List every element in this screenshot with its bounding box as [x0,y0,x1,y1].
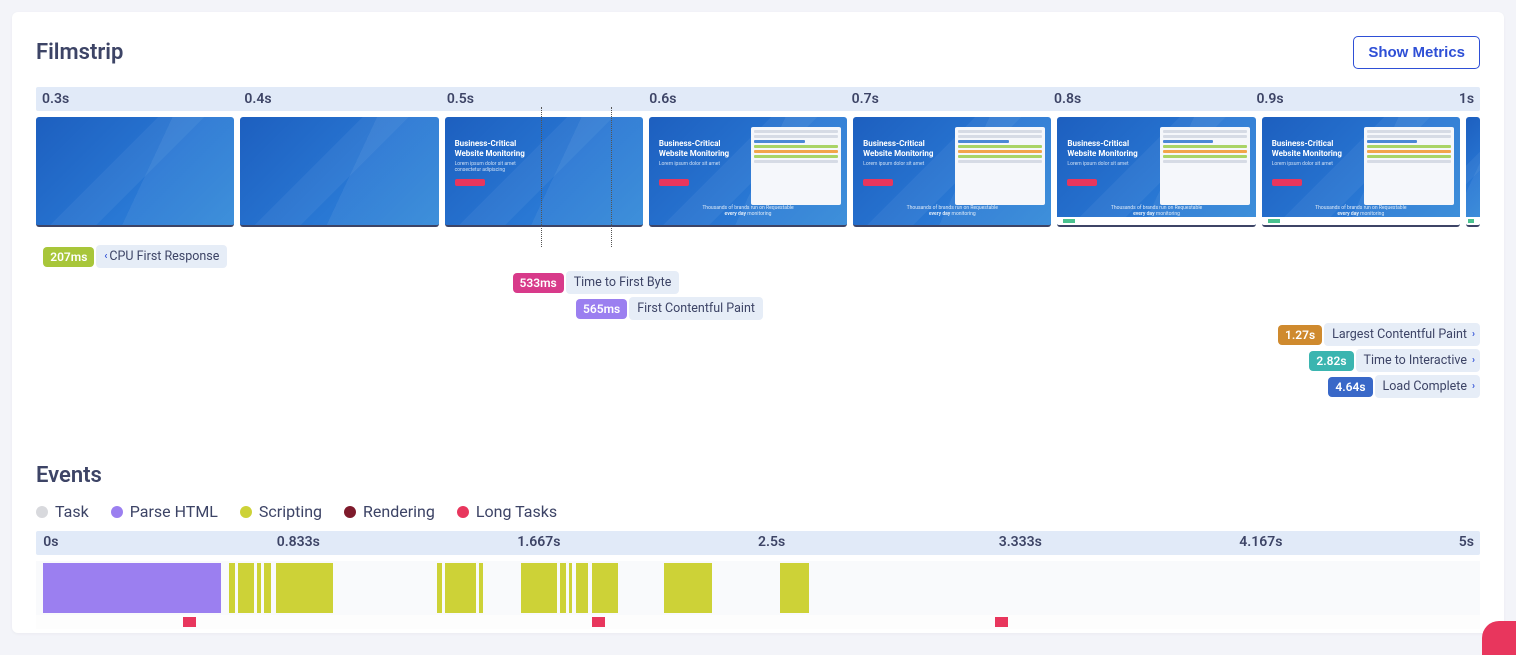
metric-label: Time to First Byte [566,271,680,294]
show-metrics-button[interactable]: Show Metrics [1353,36,1480,69]
legend-item: Rendering [344,502,435,521]
metric-label: CPU First Response [96,245,227,268]
event-block[interactable] [264,563,271,613]
event-block[interactable] [576,563,588,613]
event-block[interactable] [445,563,477,613]
metric-time-badge: 207ms [43,247,94,267]
legend-item: Parse HTML [111,502,218,521]
metric-label: Load Complete [1375,375,1480,398]
legend-item: Scripting [240,502,322,521]
filmstrip-frames: Business-Critical Website Monitoring Lor… [36,117,1480,227]
legend-dot [111,506,123,518]
legend-item: Task [36,502,89,521]
time-tick: 0.5s [441,91,643,107]
event-block[interactable] [437,563,441,613]
metric-marker[interactable]: 1.27sLargest Contentful Paint [1278,323,1480,346]
time-tick: 0.6s [643,91,845,107]
events-tick: 0.833s [277,534,320,550]
metric-label: Time to Interactive [1356,349,1481,372]
legend-dot [344,506,356,518]
events-tick: 4.167s [1239,534,1282,550]
time-tick: 0.7s [846,91,1048,107]
events-track [36,561,1480,615]
events-title: Events [36,463,1480,488]
legend-item: Long Tasks [457,502,557,521]
long-task-block[interactable] [592,617,605,627]
long-task-block[interactable] [183,617,196,627]
event-block[interactable] [569,563,573,613]
events-tick: 0s [43,534,58,550]
events-tick: 5s [1459,534,1474,550]
time-tick: 0.3s [36,91,238,107]
long-task-block[interactable] [995,617,1008,627]
metric-marker[interactable]: 2.82sTime to Interactive [1309,349,1480,372]
event-block[interactable] [276,563,334,613]
time-tick: 1s [1453,91,1480,107]
legend-dot [36,506,48,518]
help-fab[interactable] [1482,621,1516,655]
time-tick: 0.8s [1048,91,1250,107]
filmstrip-frame[interactable]: Business-Critical Website Monitoring Lor… [1057,117,1255,227]
events-tick: 2.5s [758,534,785,550]
event-block[interactable] [560,563,566,613]
filmstrip-title: Filmstrip [36,40,123,65]
events-section: Events Task Parse HTML Scripting Rendering L… [36,463,1480,629]
filmstrip-frame[interactable]: Business-Critical Website Monitoring Lor… [1262,117,1460,227]
metric-time-badge: 4.64s [1328,377,1372,397]
event-block[interactable] [521,563,557,613]
filmstrip-frame[interactable]: Business-Critical Website Monitoring Lor… [445,117,643,227]
filmstrip-frame[interactable] [1466,117,1480,227]
filmstrip-frame[interactable] [36,117,234,227]
event-block[interactable] [479,563,483,613]
time-tick: 0.4s [238,91,440,107]
filmstrip-frame[interactable] [240,117,438,227]
metric-marker[interactable]: 4.64sLoad Complete [1328,375,1480,398]
event-block[interactable] [780,563,809,613]
metric-marker[interactable]: 533msTime to First Byte [513,271,680,294]
event-block[interactable] [592,563,618,613]
filmstrip-frame[interactable]: Business-Critical Website Monitoring Lor… [853,117,1051,227]
filmstrip-time-ruler: 0.3s 0.4s 0.5s 0.6s 0.7s 0.8s 0.9s 1s [36,87,1480,111]
events-tick: 1.667s [517,534,560,550]
metrics-area: 207msCPU First Response 533msTime to Firs… [36,237,1480,407]
event-block[interactable] [238,563,254,613]
metric-label: First Contentful Paint [629,297,763,320]
filmstrip-header: Filmstrip Show Metrics [36,36,1480,69]
event-block[interactable] [257,563,261,613]
performance-card: Filmstrip Show Metrics 0.3s 0.4s 0.5s 0.… [12,12,1504,633]
time-tick: 0.9s [1250,91,1452,107]
events-legend: Task Parse HTML Scripting Rendering Long Tas… [36,502,1480,521]
legend-dot [240,506,252,518]
filmstrip-frame[interactable]: Business-Critical Website Monitoring Lor… [649,117,847,227]
event-block[interactable] [229,563,234,613]
metric-marker[interactable]: 565msFirst Contentful Paint [576,297,763,320]
metric-time-badge: 1.27s [1278,325,1322,345]
metric-marker[interactable]: 207msCPU First Response [43,245,227,268]
events-time-ruler: 0s 0.833s 1.667s 2.5s 3.333s 4.167s 5s [36,531,1480,555]
metric-label: Largest Contentful Paint [1324,323,1480,346]
event-block[interactable] [664,563,712,613]
longtask-track [36,615,1480,629]
metric-time-badge: 2.82s [1309,351,1353,371]
metric-time-badge: 565ms [576,299,627,319]
event-block[interactable] [43,563,221,613]
events-tick: 3.333s [999,534,1042,550]
legend-dot [457,506,469,518]
metric-time-badge: 533ms [513,273,564,293]
